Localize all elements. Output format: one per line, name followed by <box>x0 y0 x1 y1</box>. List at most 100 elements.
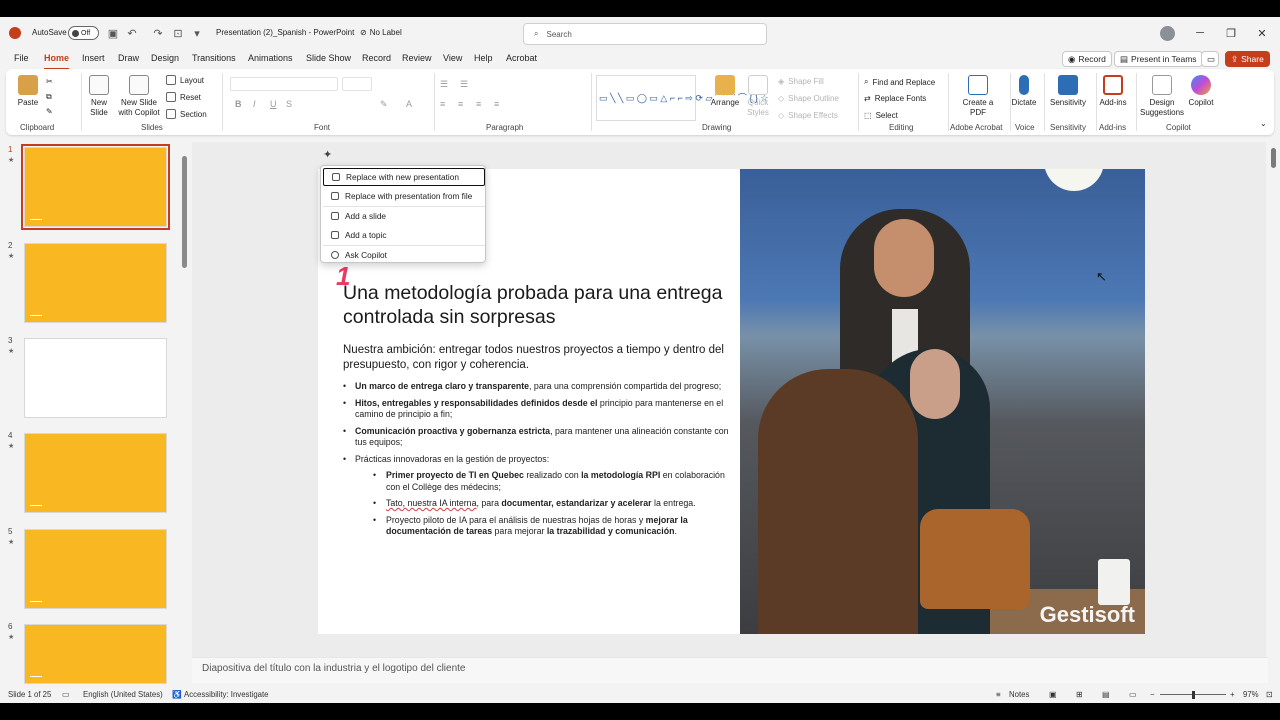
slide-thumbnail-2[interactable] <box>24 243 167 323</box>
menu-item-add-slide[interactable]: Add a slide <box>323 207 485 225</box>
accessibility-status[interactable]: Accessibility: Investigate <box>184 690 269 699</box>
layout-button[interactable]: Layout <box>166 75 204 85</box>
sensitivity-status[interactable]: ⊘ No Label <box>360 28 402 37</box>
tab-file[interactable]: File <box>14 53 29 63</box>
tab-insert[interactable]: Insert <box>82 53 105 63</box>
find-replace-button[interactable]: ⌕ Find and Replace <box>864 77 935 87</box>
replace-fonts-button[interactable]: ⇄ Replace Fonts <box>864 94 926 103</box>
new-slide-copilot-button[interactable]: New Slide with Copilot <box>116 75 162 118</box>
select-button[interactable]: ⬚ Select <box>864 111 898 120</box>
search-input[interactable]: ⌕ Search <box>523 23 767 45</box>
menu-item-ask-copilot[interactable]: Ask Copilot <box>323 246 485 264</box>
save-icon[interactable]: ▣ <box>106 26 120 40</box>
copilot-sparkle-icon[interactable]: ✦ <box>323 148 332 161</box>
tab-slide-show[interactable]: Slide Show <box>306 53 351 63</box>
dictate-button[interactable]: Dictate <box>1011 75 1037 108</box>
tab-design[interactable]: Design <box>151 53 179 63</box>
align-left-icon[interactable]: ≡ <box>440 99 445 109</box>
strikethrough-icon[interactable]: S <box>286 99 292 109</box>
menu-item-replace-new[interactable]: Replace with new presentation <box>323 168 485 186</box>
slide-thumbnail-4[interactable] <box>24 433 167 513</box>
spelling-icon[interactable]: ▭ <box>62 690 69 699</box>
underline-icon[interactable]: U <box>270 99 277 109</box>
share-button[interactable]: ⇪ Share <box>1225 51 1270 67</box>
fit-slide-icon[interactable]: ⊡ <box>1266 690 1273 699</box>
notes-toggle[interactable]: Notes <box>1009 690 1029 699</box>
font-size-select[interactable] <box>342 77 372 91</box>
slide-title[interactable]: Una metodología probada para una entrega… <box>343 281 723 329</box>
slideshow-view-icon[interactable]: ▭ <box>1129 690 1136 699</box>
tab-record[interactable]: Record <box>362 53 391 63</box>
design-suggestions-button[interactable]: Design Suggestions <box>1140 75 1184 118</box>
font-color-icon[interactable]: A <box>406 99 412 109</box>
sensitivity-button[interactable]: Sensitivity <box>1048 75 1088 108</box>
tab-home[interactable]: Home <box>44 53 70 70</box>
font-family-select[interactable] <box>230 77 338 91</box>
collapse-ribbon-icon[interactable]: ⌄ <box>1260 119 1267 128</box>
justify-icon[interactable]: ≡ <box>494 99 499 109</box>
slide-thumbnail-6[interactable] <box>24 624 167 684</box>
section-button[interactable]: Section <box>166 109 207 119</box>
shape-effects-button[interactable]: ◇ Shape Effects <box>778 111 838 120</box>
arrange-button[interactable]: Arrange <box>710 75 740 108</box>
tab-review[interactable]: Review <box>402 53 432 63</box>
new-slide-button[interactable]: New Slide <box>84 75 114 118</box>
tab-animations[interactable]: Animations <box>248 53 293 63</box>
autosave-toggle[interactable]: Off <box>68 26 99 40</box>
bullet-list[interactable]: Un marco de entrega claro y transparente… <box>343 381 733 543</box>
reset-button[interactable]: Reset <box>166 92 201 102</box>
slide-thumbnail-5[interactable] <box>24 529 167 609</box>
normal-view-icon[interactable]: ▣ <box>1049 690 1056 699</box>
bold-icon[interactable]: B <box>235 99 242 109</box>
comments-button[interactable]: ▭ <box>1201 51 1219 67</box>
bullets-icon[interactable]: ☰ <box>440 79 448 90</box>
tab-transitions[interactable]: Transitions <box>192 53 236 63</box>
zoom-out-icon[interactable]: − <box>1150 690 1155 699</box>
thumbnail-scrollbar[interactable] <box>182 156 187 268</box>
zoom-level[interactable]: 97% <box>1243 690 1259 699</box>
copilot-button[interactable]: Copilot <box>1186 75 1216 108</box>
present-icon[interactable]: ⊡ <box>171 26 185 40</box>
canvas-scrollbar[interactable] <box>1266 142 1280 667</box>
record-button[interactable]: ◉ Record <box>1062 51 1112 67</box>
tab-draw[interactable]: Draw <box>118 53 139 63</box>
paste-button[interactable]: Paste <box>16 75 40 108</box>
minimize-icon[interactable]: ─ <box>1190 23 1210 43</box>
customize-qat-icon[interactable]: ▾ <box>190 26 204 40</box>
slide-thumbnail-3[interactable] <box>24 338 167 418</box>
reading-view-icon[interactable]: ▤ <box>1102 690 1109 699</box>
scroll-thumb[interactable] <box>1271 148 1276 168</box>
align-center-icon[interactable]: ≡ <box>458 99 463 109</box>
align-right-icon[interactable]: ≡ <box>476 99 481 109</box>
undo-icon[interactable]: ↶ <box>125 26 139 40</box>
speaker-notes[interactable]: Diapositiva del título con la industria … <box>192 657 1268 683</box>
highlight-icon[interactable]: ✎ <box>380 99 388 110</box>
numbering-icon[interactable]: ☰ <box>460 79 468 90</box>
format-painter-icon[interactable]: ✎ <box>46 107 53 116</box>
close-icon[interactable]: ✕ <box>1252 23 1272 43</box>
language-status[interactable]: English (United States) <box>83 690 163 699</box>
italic-icon[interactable]: I <box>253 99 256 109</box>
avatar[interactable] <box>1160 26 1175 41</box>
menu-item-replace-file[interactable]: Replace with presentation from file <box>323 187 485 205</box>
addins-button[interactable]: Add-ins <box>1098 75 1128 108</box>
menu-item-add-topic[interactable]: Add a topic <box>323 226 485 244</box>
slide-sorter-icon[interactable]: ⊞ <box>1076 690 1083 699</box>
copy-icon[interactable]: ⧉ <box>46 92 52 102</box>
cut-icon[interactable]: ✂ <box>46 77 53 86</box>
present-in-teams-button[interactable]: ▤ Present in Teams <box>1114 51 1203 67</box>
slide-thumbnail-1[interactable] <box>21 144 170 230</box>
tab-view[interactable]: View <box>443 53 462 63</box>
shapes-gallery[interactable]: ▭ ╲ ╲ ▭ ◯ ▭ △ ⌐ ⌐ ⇨ ⟳ ▱ ⌒ ⌒ ⌒ { } ☆ <box>596 75 768 121</box>
slide-subtitle[interactable]: Nuestra ambición: entregar todos nuestro… <box>343 343 733 373</box>
shape-outline-button[interactable]: ◇ Shape Outline <box>778 94 839 103</box>
restore-icon[interactable]: ❐ <box>1221 23 1241 43</box>
quick-styles-button[interactable]: Quick Styles <box>744 75 772 118</box>
tab-help[interactable]: Help <box>474 53 493 63</box>
tab-acrobat[interactable]: Acrobat <box>506 53 537 63</box>
zoom-in-icon[interactable]: + <box>1230 690 1235 699</box>
zoom-slider-thumb[interactable] <box>1192 691 1195 699</box>
redo-icon[interactable]: ↷ <box>151 26 165 40</box>
create-pdf-button[interactable]: Create a PDF <box>960 75 996 118</box>
shape-fill-button[interactable]: ◈ Shape Fill <box>778 77 824 86</box>
